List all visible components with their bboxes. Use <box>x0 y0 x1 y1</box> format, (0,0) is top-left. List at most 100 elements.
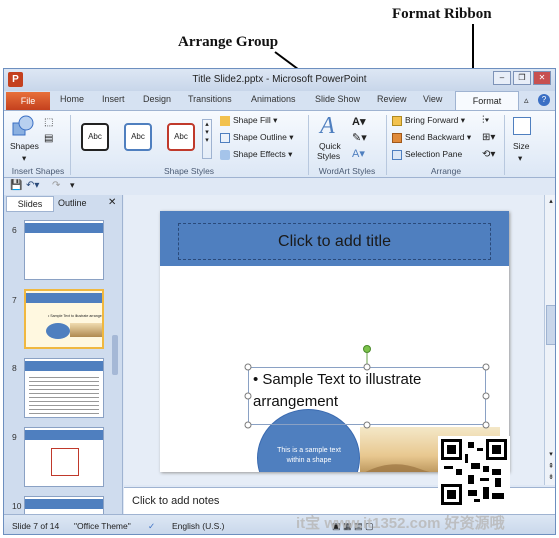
scrollbar-thumb[interactable] <box>546 305 555 345</box>
title-placeholder[interactable]: Click to add title <box>178 223 491 260</box>
spelling-icon[interactable]: ✓ <box>148 521 155 532</box>
edit-shape-icon[interactable]: ⬚ <box>44 117 53 128</box>
ribbon-tabs: File Home Insert Design Transitions Anim… <box>4 91 555 111</box>
circle-text: This is a sample text within a shape <box>277 447 341 464</box>
tab-transitions[interactable]: Transitions <box>188 94 232 104</box>
minimize-button[interactable]: – <box>493 71 511 85</box>
shapes-dropdown-icon[interactable]: ▾ <box>22 153 26 164</box>
slide-thumbnail-8[interactable] <box>24 358 104 418</box>
tab-outline[interactable]: Outline <box>58 198 87 208</box>
selection-pane-label: Selection Pane <box>405 149 463 159</box>
save-icon[interactable]: 💾 <box>10 180 22 191</box>
next-slide-icon[interactable]: ⇟ <box>545 473 555 481</box>
size-dropdown-icon[interactable]: ▾ <box>518 153 522 164</box>
tab-insert[interactable]: Insert <box>102 94 125 104</box>
ribbon-minimize-icon[interactable]: ▵ <box>524 95 529 106</box>
quick-access-toolbar: 💾 ↶▾ ↷ ▾ <box>4 178 555 195</box>
text-box-icon[interactable]: ▤ <box>44 133 53 144</box>
close-button[interactable]: ✕ <box>533 71 551 85</box>
shape-style-black[interactable]: Abc <box>81 123 109 151</box>
scroll-up-icon[interactable]: ▴ <box>545 197 555 205</box>
redo-icon[interactable]: ↷ <box>52 180 60 191</box>
size-icon[interactable] <box>513 117 531 135</box>
bring-forward-label: Bring Forward <box>405 115 459 125</box>
slide-thumbnail-6[interactable] <box>24 220 104 280</box>
shape-effects-label: Shape Effects <box>233 149 286 159</box>
thumb-number: 9 <box>12 432 17 442</box>
align-icon[interactable]: ⫶▾ <box>482 115 489 126</box>
slide-info: Slide 7 of 14 <box>12 521 60 531</box>
text-box[interactable]: • Sample Text to illustrate arrangement <box>248 367 486 425</box>
wordart-group-label: WordArt Styles <box>318 166 376 176</box>
tab-slides[interactable]: Slides <box>6 196 54 212</box>
bring-forward-icon <box>392 115 402 126</box>
shapes-button[interactable]: Shapes <box>10 141 39 151</box>
size-button[interactable]: Size <box>513 141 530 151</box>
pane-tabs: Slides Outline ✕ <box>4 195 122 212</box>
style-gallery-scroll[interactable]: ▴ ▾ ▾ <box>202 119 212 159</box>
tab-animations[interactable]: Animations <box>251 94 296 104</box>
slides-pane: Slides Outline ✕ 6 7 • Sample Text to il… <box>4 195 123 534</box>
send-backward-label: Send Backward <box>405 132 465 142</box>
shape-fill-label: Shape Fill <box>233 115 271 125</box>
text-effects-icon[interactable]: A▾ <box>352 147 365 160</box>
thumb-number: 6 <box>12 225 17 235</box>
shape-fill-button[interactable]: Shape Fill ▾ <box>220 115 277 126</box>
format-ribbon-annotation: Format Ribbon <box>392 6 492 22</box>
slide-thumbnail-9[interactable] <box>24 427 104 487</box>
send-backward-button[interactable]: Send Backward ▾ <box>392 132 471 143</box>
shape-effects-button[interactable]: Shape Effects ▾ <box>220 149 292 160</box>
insert-shapes-group-label: Insert Shapes <box>11 166 65 176</box>
shape-outline-button[interactable]: Shape Outline ▾ <box>220 132 294 143</box>
group-divider <box>386 115 387 175</box>
tab-slide-show[interactable]: Slide Show <box>315 94 360 104</box>
effects-icon <box>220 149 230 160</box>
scroll-down-icon[interactable]: ▾ <box>545 450 555 458</box>
text-fill-icon[interactable]: A▾ <box>352 115 365 128</box>
bullet-text: Sample Text to illustrate arrangement <box>253 371 422 410</box>
tab-view[interactable]: View <box>423 94 442 104</box>
send-backward-icon <box>392 132 402 143</box>
pane-scrollbar-thumb[interactable] <box>112 335 118 375</box>
shape-outline-label: Shape Outline <box>233 132 287 142</box>
theme-name: "Office Theme" <box>74 521 131 531</box>
thumb7-text: • Sample Text to illustrate arrangement <box>48 314 104 318</box>
previous-slide-icon[interactable]: ⇞ <box>545 462 555 470</box>
bring-forward-button[interactable]: Bring Forward ▾ <box>392 115 465 126</box>
language-status[interactable]: English (U.S.) <box>172 521 224 531</box>
slide-thumbnail-7[interactable]: • Sample Text to illustrate arrangement <box>24 289 104 349</box>
thumb-number: 7 <box>12 295 17 305</box>
quick-styles-line1[interactable]: Quick <box>319 141 341 151</box>
shape-style-red[interactable]: Abc <box>167 123 195 151</box>
undo-icon[interactable]: ↶▾ <box>26 180 39 191</box>
canvas-vertical-scrollbar[interactable]: ▴ ▾ ⇞ ⇟ <box>544 195 555 485</box>
tab-review[interactable]: Review <box>377 94 407 104</box>
tab-file[interactable]: File <box>6 92 50 110</box>
wordart-a-icon[interactable]: A <box>320 113 335 140</box>
rotate-icon[interactable]: ⟲▾ <box>482 149 495 160</box>
shape-style-blue[interactable]: Abc <box>124 123 152 151</box>
help-icon[interactable]: ? <box>538 94 550 106</box>
tab-home[interactable]: Home <box>60 94 84 104</box>
window-title: Title Slide2.pptx - Microsoft PowerPoint <box>192 74 367 85</box>
pencil-icon <box>220 132 230 143</box>
quick-styles-line2[interactable]: Styles <box>317 151 340 161</box>
customize-qat-icon[interactable]: ▾ <box>70 180 75 191</box>
arrange-group-annotation: Arrange Group <box>178 34 279 50</box>
watermark: it宝 www.it1352.com 好资源哦 <box>296 515 505 532</box>
tab-format[interactable]: Format <box>455 91 519 111</box>
format-ribbon: Shapes ▾ ⬚ ▤ Insert Shapes Abc Abc Abc ▴… <box>4 110 555 178</box>
close-pane-icon[interactable]: ✕ <box>108 197 116 208</box>
group-divider <box>70 115 71 175</box>
selection-pane-icon <box>392 149 402 160</box>
slide-header-band: Click to add title <box>160 211 509 266</box>
shapes-icon[interactable] <box>12 115 34 137</box>
restore-button[interactable]: ❐ <box>513 71 531 85</box>
selection-pane-button[interactable]: Selection Pane <box>392 149 462 160</box>
tab-design[interactable]: Design <box>143 94 171 104</box>
shape-styles-group-label: Shape Styles <box>163 166 215 176</box>
title-bar: P Title Slide2.pptx - Microsoft PowerPoi… <box>4 69 555 91</box>
group-icon[interactable]: ⊞▾ <box>482 132 495 143</box>
text-outline-icon[interactable]: ✎▾ <box>352 131 367 144</box>
thumb8-text-lines <box>29 374 99 414</box>
